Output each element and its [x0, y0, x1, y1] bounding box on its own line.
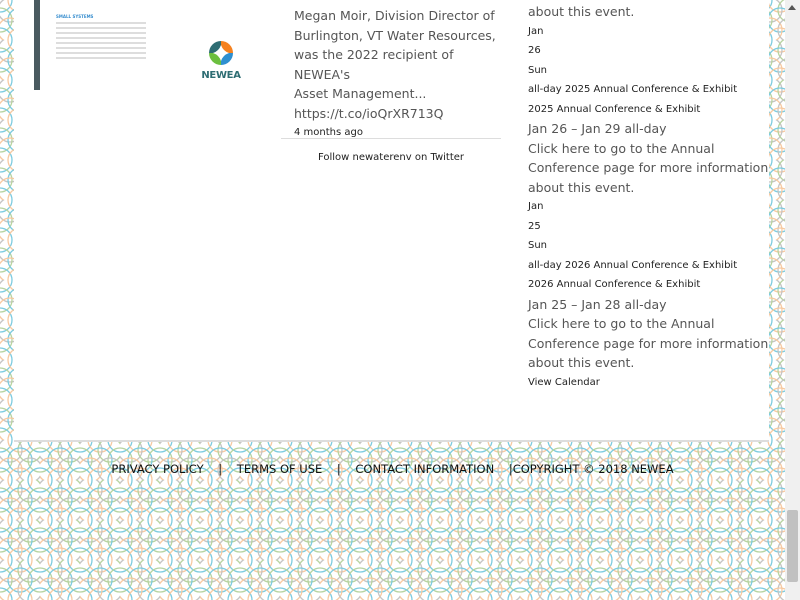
tweet-text-line: Asset Management... [294, 86, 427, 101]
terms-of-use-link[interactable]: TERMS OF USE [237, 462, 322, 476]
tweet-text-line: Burlington, VT Water Resources, [294, 27, 496, 43]
vertical-scrollbar[interactable] [785, 0, 800, 600]
newea-logo-icon [209, 41, 233, 65]
tweet: Megan Moir, Division Director of Burling… [294, 6, 504, 143]
divider [281, 138, 501, 139]
event-desc: Conference page for more information [528, 335, 769, 351]
separator: | [336, 462, 341, 476]
event-dates: Jan 26 – Jan 29 all-day [528, 121, 667, 136]
event-allday-title[interactable]: all-day 2025 Annual Conference & Exhibit [528, 80, 768, 100]
scroll-up-arrow-icon[interactable] [788, 5, 796, 10]
thumbnail-heading: SMALL SYSTEMS [56, 14, 94, 19]
event-dates: Jan 25 – Jan 28 all-day [528, 296, 667, 312]
tweet-link[interactable]: https://t.co/ioQrXR713Q [294, 104, 504, 124]
event-month: Jan [528, 201, 544, 212]
separator: | [218, 462, 223, 476]
footer-links: PRIVACY POLICY | TERMS OF USE | CONTACT … [0, 462, 785, 476]
event-desc: about this event. [528, 355, 635, 370]
copyright: COPYRIGHT © 2018 NEWEA [512, 462, 674, 476]
newea-logo: NEWEA [200, 40, 242, 81]
newsletter-thumbnail[interactable]: SMALL SYSTEMS [56, 14, 146, 80]
event-desc: about this event. [528, 179, 635, 195]
event-weekday: Sun [528, 240, 548, 251]
contact-information-link[interactable]: CONTACT INFORMATION [355, 462, 494, 476]
view-calendar-link[interactable]: View Calendar [528, 373, 768, 393]
privacy-policy-link[interactable]: PRIVACY POLICY [111, 462, 203, 476]
event-title[interactable]: 2025 Annual Conference & Exhibit [528, 100, 768, 120]
event-item: Jan 26 Sun all-day 2025 Annual Conferenc… [528, 22, 768, 198]
tweet-time[interactable]: 4 months ago [294, 123, 504, 143]
event-desc[interactable]: Click here to go to the Annual [528, 314, 768, 334]
event-desc: Conference page for more information [528, 160, 769, 175]
event-desc[interactable]: Click here to go to the Annual [528, 139, 768, 159]
event-item: Jan 25 Sun all-day 2026 Annual Conferenc… [528, 197, 768, 373]
event-day: 25 [528, 220, 541, 232]
events-list: about this event. Jan 26 Sun all-day 202… [528, 2, 768, 392]
scrollbar-thumb[interactable] [787, 510, 798, 582]
event-allday-title[interactable]: all-day 2026 Annual Conference & Exhibit [528, 256, 768, 276]
event-desc: about this event. [528, 4, 635, 19]
event-day: 26 [528, 45, 541, 56]
tweet-text-line: Megan Moir, Division Director of [294, 8, 495, 23]
image-border [34, 0, 40, 90]
event-weekday: Sun [528, 64, 548, 76]
event-title[interactable]: 2026 Annual Conference & Exhibit [528, 275, 768, 295]
follow-twitter-link[interactable]: Follow newaterenv on Twitter [281, 152, 501, 163]
event-month: Jan [528, 25, 544, 37]
tweet-text-line: was the 2022 recipient of NEWEA's [294, 47, 454, 82]
